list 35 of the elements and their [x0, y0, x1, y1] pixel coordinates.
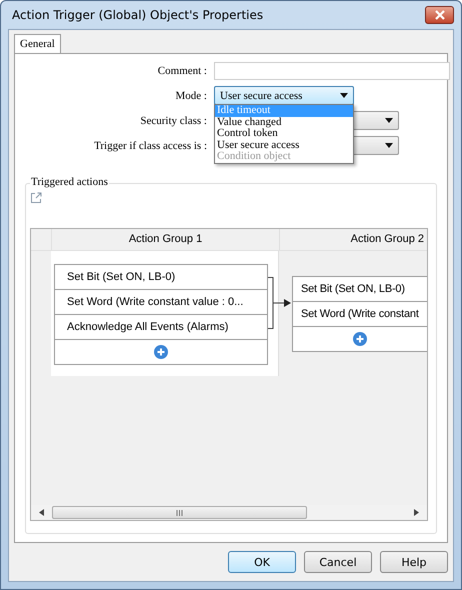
field-label: Comment :: [156, 65, 207, 77]
connector-arrow: [268, 277, 292, 329]
close-button[interactable]: [425, 6, 454, 24]
mode-dropdown[interactable]: User secure access: [214, 86, 354, 105]
dialog-button[interactable]: Cancel: [304, 551, 372, 573]
field-label: Trigger if class access is :: [93, 140, 207, 152]
caret-icon: [385, 118, 393, 123]
action-row[interactable]: Set Bit (Set ON, LB-0): [293, 277, 427, 302]
tab[interactable]: General: [14, 34, 61, 53]
scroll-left-icon[interactable]: [39, 509, 44, 516]
field-label: Security class :: [139, 114, 207, 126]
dialog-button[interactable]: Help: [380, 551, 448, 573]
dropdown-option[interactable]: Control token: [215, 128, 353, 140]
column-header: Action Group 1: [52, 229, 280, 250]
add-icon[interactable]: [154, 345, 168, 359]
action-row[interactable]: Set Word (Write constant: [293, 302, 427, 327]
dropdown-option[interactable]: User secure access: [215, 140, 353, 151]
comment-field[interactable]: [214, 62, 450, 80]
scroll-thumb[interactable]: [52, 506, 307, 519]
close-icon: [434, 10, 446, 20]
caret-icon: [340, 93, 348, 98]
field-label: Mode :: [174, 90, 207, 102]
external-link-icon[interactable]: [30, 192, 42, 204]
action-row[interactable]: Set Word (Write constant value : 0...: [55, 290, 267, 315]
action-row[interactable]: Set Bit (Set ON, LB-0): [55, 265, 267, 290]
grip-icon: [176, 510, 183, 516]
group-title: Triggered actions: [30, 176, 109, 188]
window-title: Action Trigger (Global) Object's Properties: [11, 8, 264, 22]
scroll-right-icon[interactable]: [414, 509, 419, 516]
dialog-button[interactable]: OK: [228, 551, 296, 573]
add-icon[interactable]: [353, 332, 367, 346]
caret-icon: [385, 143, 393, 148]
action-row[interactable]: Acknowledge All Events (Alarms): [55, 315, 267, 340]
column-header: Action Group 2: [350, 232, 425, 247]
dropdown-option[interactable]: Value changed: [215, 116, 353, 128]
